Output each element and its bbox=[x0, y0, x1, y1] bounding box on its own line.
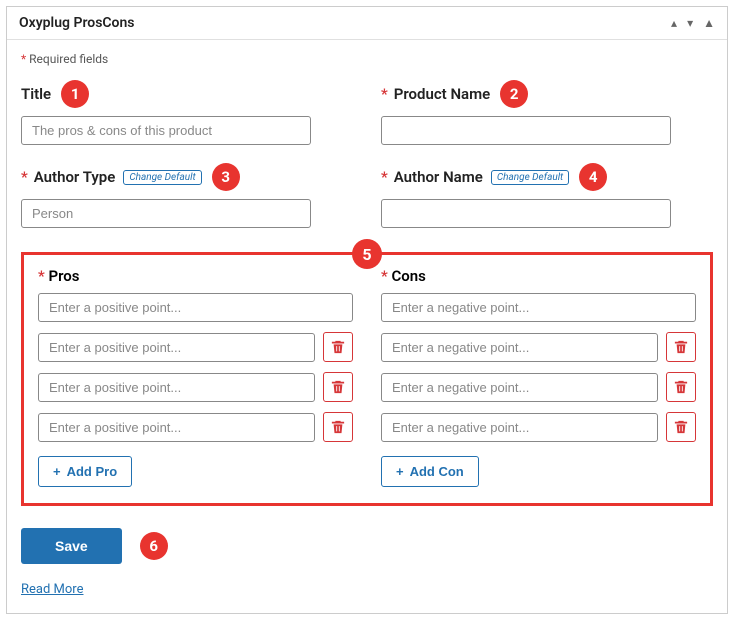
author-type-field-group: * Author Type Change Default 3 bbox=[21, 163, 353, 228]
delete-pro-button[interactable] bbox=[323, 412, 353, 442]
product-name-input[interactable] bbox=[381, 116, 671, 145]
proscons-container: 5 * Pros bbox=[21, 252, 713, 506]
con-row bbox=[381, 412, 696, 442]
delete-con-button[interactable] bbox=[666, 332, 696, 362]
required-fields-note: * Required fields bbox=[21, 52, 713, 66]
pros-label: * Pros bbox=[38, 267, 353, 285]
author-name-field-group: * Author Name Change Default 4 bbox=[381, 163, 713, 228]
trash-icon bbox=[331, 420, 345, 434]
read-more-wrapper: Read More bbox=[21, 578, 713, 597]
delete-pro-button[interactable] bbox=[323, 332, 353, 362]
pro-input[interactable] bbox=[38, 413, 315, 442]
badge-5: 5 bbox=[352, 239, 382, 269]
con-row bbox=[381, 332, 696, 362]
chevron-up-icon[interactable]: ▴ bbox=[671, 16, 677, 30]
panel-title: Oxyplug ProsCons bbox=[19, 15, 135, 31]
con-input[interactable] bbox=[381, 333, 658, 362]
panel-controls: ▴ ▾ ▲ bbox=[671, 16, 715, 30]
con-row bbox=[381, 293, 696, 322]
author-type-label: * Author Type Change Default 3 bbox=[21, 163, 353, 191]
save-button[interactable]: Save bbox=[21, 528, 122, 564]
author-type-input[interactable] bbox=[21, 199, 311, 228]
add-con-button[interactable]: + Add Con bbox=[381, 456, 479, 487]
pro-row bbox=[38, 332, 353, 362]
badge-6: 6 bbox=[140, 532, 168, 560]
add-pro-button[interactable]: + Add Pro bbox=[38, 456, 132, 487]
read-more-link[interactable]: Read More bbox=[21, 582, 83, 597]
con-input[interactable] bbox=[381, 413, 658, 442]
title-input[interactable] bbox=[21, 116, 311, 145]
con-input[interactable] bbox=[381, 373, 658, 402]
delete-pro-button[interactable] bbox=[323, 372, 353, 402]
pros-column: * Pros bbox=[38, 267, 353, 487]
pro-row bbox=[38, 412, 353, 442]
footer-row: Save 6 bbox=[21, 528, 713, 564]
trash-icon bbox=[674, 420, 688, 434]
pro-input[interactable] bbox=[38, 373, 315, 402]
pro-input[interactable] bbox=[38, 333, 315, 362]
collapse-toggle-icon[interactable]: ▲ bbox=[703, 16, 715, 30]
delete-con-button[interactable] bbox=[666, 412, 696, 442]
title-field-group: Title 1 bbox=[21, 80, 353, 145]
cons-column: * Cons bbox=[381, 267, 696, 487]
author-name-change-default[interactable]: Change Default bbox=[491, 170, 569, 185]
chevron-down-icon[interactable]: ▾ bbox=[687, 16, 693, 30]
plus-icon: + bbox=[396, 464, 404, 479]
plus-icon: + bbox=[53, 464, 61, 479]
title-label: Title 1 bbox=[21, 80, 353, 108]
con-input[interactable] bbox=[381, 293, 696, 322]
badge-4: 4 bbox=[579, 163, 607, 191]
trash-icon bbox=[674, 380, 688, 394]
pro-row bbox=[38, 372, 353, 402]
delete-con-button[interactable] bbox=[666, 372, 696, 402]
trash-icon bbox=[331, 380, 345, 394]
panel-header: Oxyplug ProsCons ▴ ▾ ▲ bbox=[7, 7, 727, 40]
cons-label: * Cons bbox=[381, 267, 696, 285]
badge-3: 3 bbox=[212, 163, 240, 191]
con-row bbox=[381, 372, 696, 402]
author-name-label: * Author Name Change Default 4 bbox=[381, 163, 713, 191]
trash-icon bbox=[674, 340, 688, 354]
author-name-input[interactable] bbox=[381, 199, 671, 228]
trash-icon bbox=[331, 340, 345, 354]
badge-1: 1 bbox=[61, 80, 89, 108]
oxyplug-panel: Oxyplug ProsCons ▴ ▾ ▲ * Required fields… bbox=[6, 6, 728, 614]
product-name-label: * Product Name 2 bbox=[381, 80, 713, 108]
proscons-grid: * Pros bbox=[38, 267, 696, 487]
author-type-change-default[interactable]: Change Default bbox=[123, 170, 201, 185]
pro-row bbox=[38, 293, 353, 322]
badge-2: 2 bbox=[500, 80, 528, 108]
product-name-field-group: * Product Name 2 bbox=[381, 80, 713, 145]
form-grid: Title 1 * Product Name 2 * Author Type C… bbox=[21, 80, 713, 228]
panel-body: * Required fields Title 1 * Product Name… bbox=[7, 40, 727, 613]
pro-input[interactable] bbox=[38, 293, 353, 322]
